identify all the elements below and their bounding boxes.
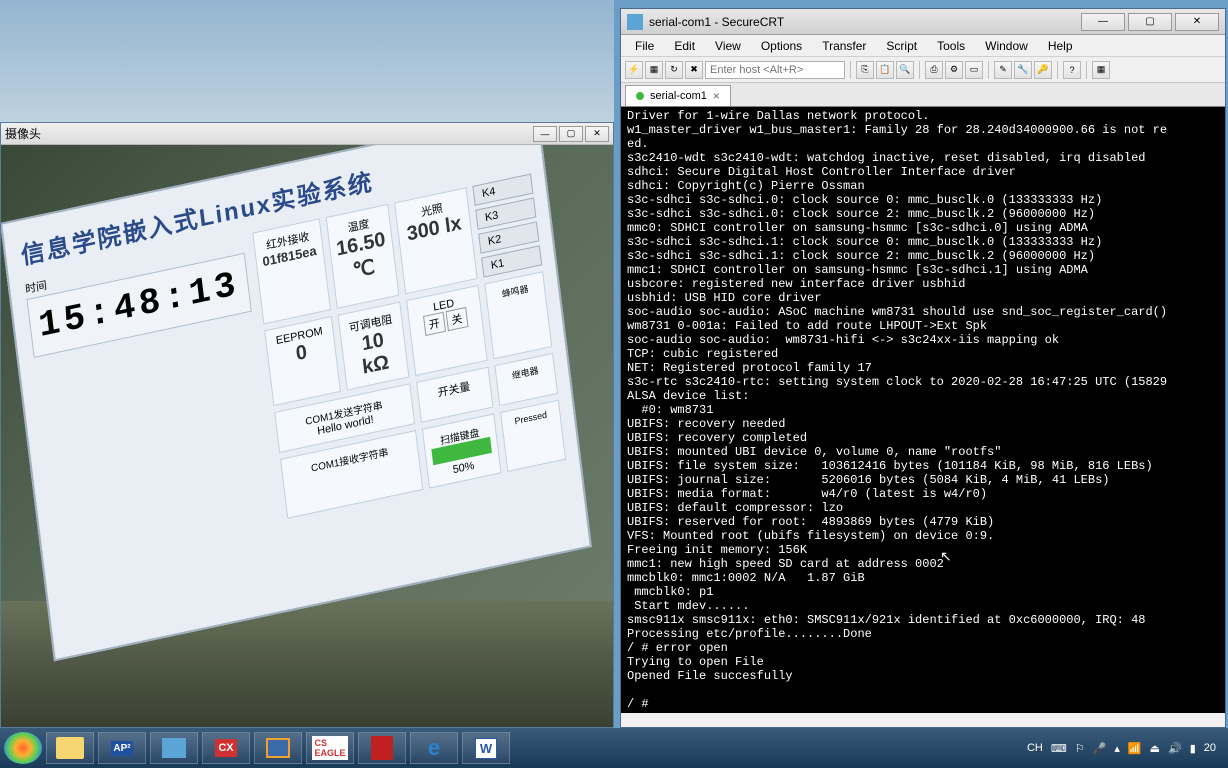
eagle-icon: CSEAGLE [312,736,347,760]
camera-window: 摄像头 — ▢ ✕ 信息学院嵌入式Linux实验系统 时间 15:48:13 红… [0,122,614,728]
cx-icon: CX [215,739,236,757]
camera-feed: 信息学院嵌入式Linux实验系统 时间 15:48:13 红外接收01f815e… [1,145,613,727]
taskbar-ap2[interactable]: AP² [98,732,146,764]
taskbar-cx[interactable]: CX [202,732,250,764]
taskbar-adobe[interactable] [358,732,406,764]
maximize-button[interactable]: ▢ [559,126,583,142]
help-icon[interactable]: ? [1063,61,1081,79]
close-button[interactable]: ✕ [1175,13,1219,31]
temp-value: 16.50 ℃ [335,228,390,286]
led-on[interactable]: 开 [423,312,446,336]
tab-close-icon[interactable]: × [713,89,720,103]
tray-battery-icon[interactable]: ▮ [1190,742,1196,755]
tray-volume-icon[interactable]: 🔊 [1168,742,1182,755]
ap2-icon: AP² [111,741,132,756]
securecrt-icon [627,14,643,30]
menu-help[interactable]: Help [1038,36,1083,56]
copy-icon[interactable]: ⎘ [856,61,874,79]
clock-partial[interactable]: 20 [1204,742,1216,754]
tray-action-center-icon[interactable]: ⚐ [1075,742,1085,755]
terminal-output[interactable]: Driver for 1-wire Dallas network protoco… [621,107,1225,713]
tray-network-icon[interactable]: 📶 [1128,742,1142,755]
taskbar: AP² CX CSEAGLE e W CH ⌨ ⚐ 🎤 ▴ 📶 ⏏ 🔊 ▮ 20 [0,728,1228,768]
ie-icon: e [428,735,440,761]
word-icon: W [475,738,497,759]
connected-indicator-icon [636,92,644,100]
tray-usb-icon[interactable]: ⏏ [1150,742,1160,755]
taskbar-ie[interactable]: e [410,732,458,764]
menu-tools[interactable]: Tools [927,36,975,56]
securecrt-titlebar[interactable]: serial-com1 - SecureCRT — ▢ ✕ [621,9,1225,35]
close-button[interactable]: ✕ [585,126,609,142]
tab-serial-com1[interactable]: serial-com1 × [625,85,731,106]
properties-icon[interactable]: ⚙ [945,61,963,79]
taskbar-word[interactable]: W [462,732,510,764]
virtualbox-icon [266,738,290,758]
desktop-background [0,0,614,132]
find-icon[interactable]: 🔍 [896,61,914,79]
menu-options[interactable]: Options [751,36,812,56]
securecrt-window: serial-com1 - SecureCRT — ▢ ✕ File Edit … [620,8,1226,728]
disconnect-icon[interactable]: ✖ [685,61,703,79]
taskbar-virtualbox[interactable] [254,732,302,764]
taskbar-securecrt[interactable] [150,732,198,764]
minimize-button[interactable]: — [1081,13,1125,31]
paste-icon[interactable]: 📋 [876,61,894,79]
menu-file[interactable]: File [625,36,664,56]
print-icon[interactable]: ⎙ [925,61,943,79]
ime-indicator[interactable]: CH [1027,742,1043,754]
taskbar-eagle[interactable]: CSEAGLE [306,732,354,764]
securecrt-toolbar: ⚡ ▦ ↻ ✖ ⎘ 📋 🔍 ⎙ ⚙ ▭ ✎ 🔧 🔑 ? ▦ [621,57,1225,83]
securecrt-title: serial-com1 - SecureCRT [649,15,1078,29]
session-icon[interactable]: ▭ [965,61,983,79]
tray-chevron-up-icon[interactable]: ▴ [1114,742,1120,755]
options-icon[interactable]: ✎ [994,61,1012,79]
securecrt-menubar: File Edit View Options Transfer Script T… [621,35,1225,57]
tab-label: serial-com1 [650,90,707,102]
maximize-button[interactable]: ▢ [1128,13,1172,31]
menu-window[interactable]: Window [975,36,1038,56]
minimize-button[interactable]: — [533,126,557,142]
switch-label: 开关量 [424,375,485,403]
green-pct: 50% [452,460,475,477]
start-button[interactable] [4,732,42,764]
securecrt-app-icon [162,738,186,758]
tray-keyboard-icon[interactable]: ⌨ [1051,742,1067,755]
menu-transfer[interactable]: Transfer [812,36,876,56]
system-tray: CH ⌨ ⚐ 🎤 ▴ 📶 ⏏ 🔊 ▮ 20 [1027,742,1224,755]
pressed-label: Pressed [508,408,554,428]
tray-microphone-icon[interactable]: 🎤 [1093,742,1107,755]
led-off[interactable]: 关 [445,307,468,331]
folder-icon [56,737,84,759]
connect-icon[interactable]: ▦ [645,61,663,79]
tools-icon[interactable]: 🔧 [1014,61,1032,79]
menu-edit[interactable]: Edit [664,36,705,56]
reconnect-icon[interactable]: ↻ [665,61,683,79]
taskbar-explorer[interactable] [46,732,94,764]
host-input[interactable] [705,61,845,79]
camera-title: 摄像头 [5,125,533,142]
key-icon[interactable]: 🔑 [1034,61,1052,79]
quick-connect-icon[interactable]: ⚡ [625,61,643,79]
buzzer-label: 蜂鸣器 [492,280,539,303]
relay-label: 继电器 [502,361,549,384]
camera-titlebar[interactable]: 摄像头 — ▢ ✕ [1,123,613,145]
menu-script[interactable]: Script [876,36,927,56]
pdf-icon [371,736,393,760]
securecrt-tabbar: serial-com1 × [621,83,1225,107]
embedded-device-screen: 信息学院嵌入式Linux实验系统 时间 15:48:13 红外接收01f815e… [1,145,592,661]
toggle-icon[interactable]: ▦ [1092,61,1110,79]
menu-view[interactable]: View [705,36,751,56]
